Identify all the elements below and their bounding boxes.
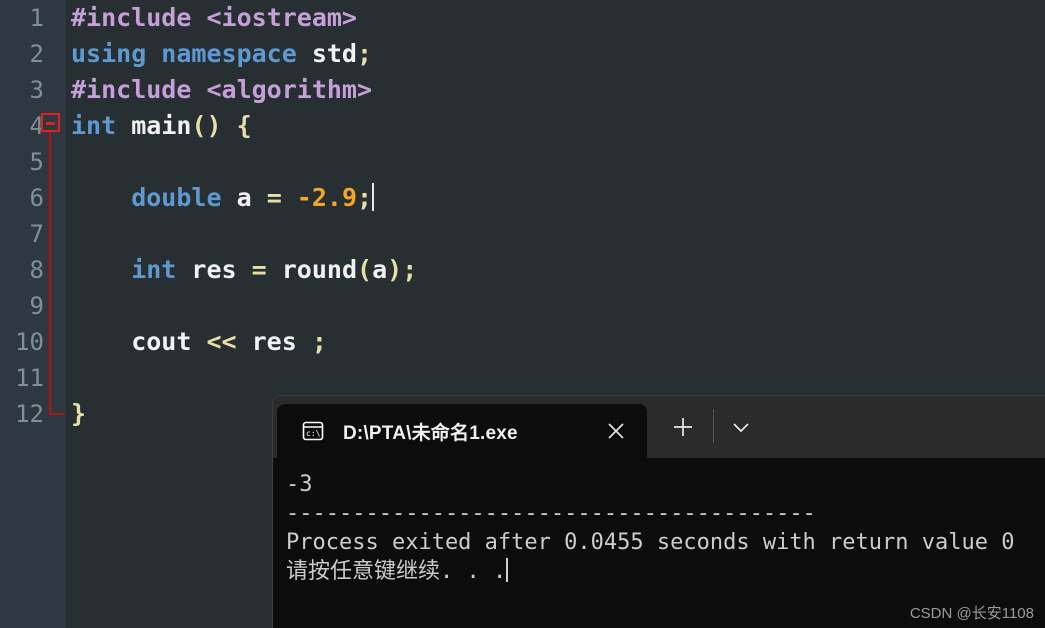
line-number: 5 [29,148,44,176]
code-token: int [71,111,132,140]
code-token: = [266,183,297,212]
line-number: 4 [29,112,44,140]
code-token: ; [356,39,373,68]
line-number: 3 [29,76,44,104]
code-token: using namespace [71,39,312,68]
screenshot-root: 1 #include <iostream> 2 using namespace std… [0,0,1045,628]
terminal-tab[interactable]: c:\ D:\PTA\未命名1.exe [277,404,647,458]
code-token: res [191,255,252,284]
code-token: res [251,327,312,356]
code-token: = [251,255,282,284]
line-number: 11 [15,364,44,392]
code-line[interactable]: #include <iostream> [71,0,357,36]
line-number: 7 [29,220,44,248]
text-caret [372,183,375,211]
line-number: 9 [29,292,44,320]
code-token: main [131,111,192,140]
code-token: round [281,255,358,284]
plus-icon[interactable] [668,412,698,442]
line-number: 6 [29,184,44,212]
console-cmd-icon: c:\ [301,419,325,443]
terminal-prompt-text: 请按任意键继续. . . [286,559,507,584]
code-token: ; [357,183,373,212]
terminal-tabstrip: c:\ D:\PTA\未命名1.exe [273,396,1045,458]
code-token: } [71,399,87,428]
code-token: << [206,327,252,356]
fold-region-line [49,132,51,415]
code-token: int [71,255,192,284]
terminal-output-line: Process exited after 0.0455 seconds with… [286,530,1015,555]
svg-text:c:\: c:\ [306,429,321,438]
code-line[interactable]: using namespace std; [71,36,372,72]
code-token: cout [71,327,207,356]
fold-collapse-icon[interactable] [41,113,60,132]
code-token: #include <iostream> [71,3,357,32]
terminal-tab-title: D:\PTA\未命名1.exe [343,422,518,444]
code-token: ); [387,255,418,284]
code-token: a [372,255,388,284]
terminal-window[interactable]: c:\ D:\PTA\未命名1.exe -3 -----------------… [273,396,1045,628]
watermark: CSDN @长安1108 [909,605,1034,622]
code-line[interactable]: int res = round(a); [71,252,417,288]
chevron-down-icon[interactable] [713,412,769,442]
close-icon[interactable] [603,418,629,444]
terminal-output-line: -3 [286,472,313,497]
terminal-caret [506,558,509,582]
code-token: double [71,183,237,212]
line-number: 2 [29,40,44,68]
line-number: 10 [15,328,44,356]
code-token: std [311,39,357,68]
code-line[interactable]: cout << res ; [71,324,327,360]
code-line[interactable]: double a = -2.9; [71,180,375,216]
code-token: #include <algorithm> [71,75,373,104]
terminal-output-line-prompt: 请按任意键继续. . . [286,557,1045,586]
line-number: 12 [15,400,44,428]
code-line[interactable]: } [71,396,86,432]
terminal-output-line: ---------------------------------------- [286,501,816,526]
code-token: ( [357,255,373,284]
code-token: ; [311,327,327,356]
code-line[interactable]: #include <algorithm> [71,72,372,108]
fold-region-foot [49,413,65,415]
line-number: 1 [29,4,44,32]
line-number: 8 [29,256,44,284]
code-token: () { [191,111,252,140]
code-line[interactable]: int main() { [71,108,252,144]
code-token: -2.9 [296,183,358,212]
code-token: a [236,183,267,212]
